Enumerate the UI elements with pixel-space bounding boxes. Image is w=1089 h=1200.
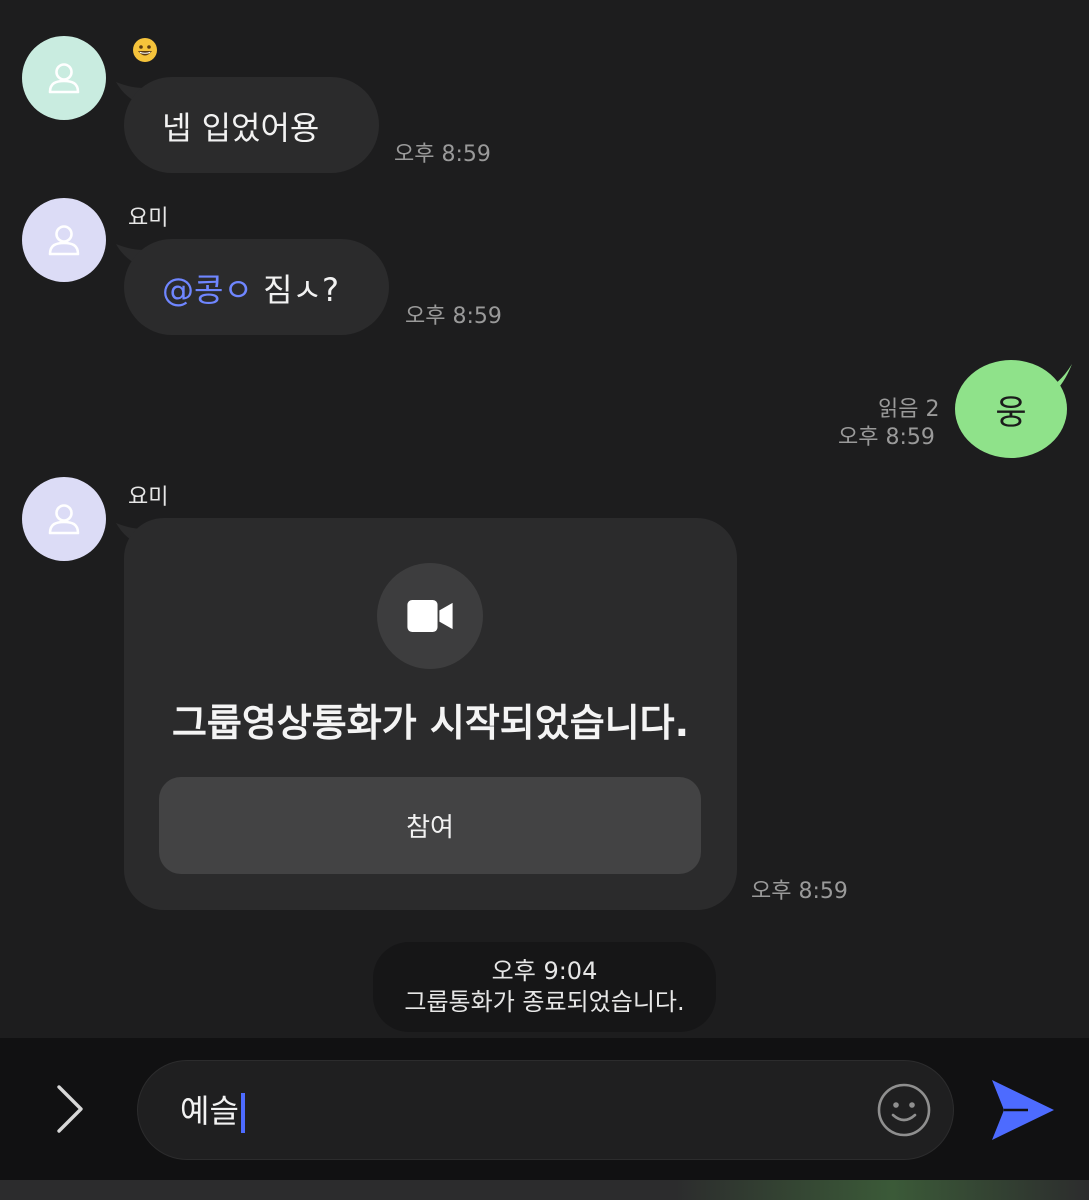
sender-name: 요미 bbox=[128, 485, 169, 510]
avatar[interactable] bbox=[22, 36, 106, 120]
message-text: 넵 입었어용 bbox=[162, 109, 320, 147]
join-call-button[interactable]: 참여 bbox=[159, 777, 701, 874]
message-input[interactable]: 예슬 bbox=[137, 1060, 954, 1160]
mention-link[interactable]: @콩ㅇ bbox=[162, 271, 253, 309]
message-input-value[interactable]: 예슬 bbox=[180, 1086, 245, 1133]
person-icon bbox=[48, 504, 80, 535]
message-time: 오후 8:59 bbox=[394, 142, 491, 167]
message-text: 웅 bbox=[995, 392, 1027, 433]
video-camera-icon bbox=[407, 600, 453, 632]
smiley-icon[interactable] bbox=[876, 1082, 932, 1138]
sender-name: 요미 bbox=[128, 206, 169, 231]
call-started-title: 그룹영상통화가 시작되었습니다. bbox=[171, 701, 690, 745]
bottom-strip bbox=[0, 1180, 1089, 1200]
chevron-right-icon[interactable] bbox=[55, 1084, 85, 1134]
person-icon bbox=[48, 225, 80, 256]
text-cursor bbox=[240, 1093, 245, 1133]
person-icon bbox=[48, 63, 80, 94]
message-bubble[interactable]: 넵 입었어용 bbox=[124, 77, 379, 173]
grinning-face-emoji-icon bbox=[133, 38, 157, 62]
message-body: 짐ㅅ? bbox=[252, 271, 339, 309]
call-ended-notice: 오후 9:04 그룹통화가 종료되었습니다. bbox=[373, 942, 716, 1032]
video-icon-circle bbox=[377, 563, 483, 669]
avatar[interactable] bbox=[22, 477, 106, 561]
notice-text: 그룹통화가 종료되었습니다. bbox=[404, 988, 685, 1016]
avatar[interactable] bbox=[22, 198, 106, 282]
message-time: 오후 8:59 bbox=[405, 304, 502, 329]
my-message-bubble[interactable]: 웅 bbox=[955, 360, 1067, 458]
message-bubble[interactable]: @콩ㅇ 짐ㅅ? bbox=[124, 239, 389, 335]
message-time: 오후 8:59 bbox=[838, 425, 935, 450]
send-arrow-icon[interactable] bbox=[988, 1076, 1058, 1144]
message-time: 오후 8:59 bbox=[751, 879, 848, 904]
group-video-call-card: 그룹영상통화가 시작되었습니다. 참여 bbox=[124, 518, 737, 910]
notice-time: 오후 9:04 bbox=[491, 957, 598, 985]
composer-bar: 예슬 bbox=[0, 1038, 1089, 1180]
message-text: @콩ㅇ 짐ㅅ? bbox=[162, 265, 339, 311]
input-text: 예슬 bbox=[180, 1092, 239, 1130]
